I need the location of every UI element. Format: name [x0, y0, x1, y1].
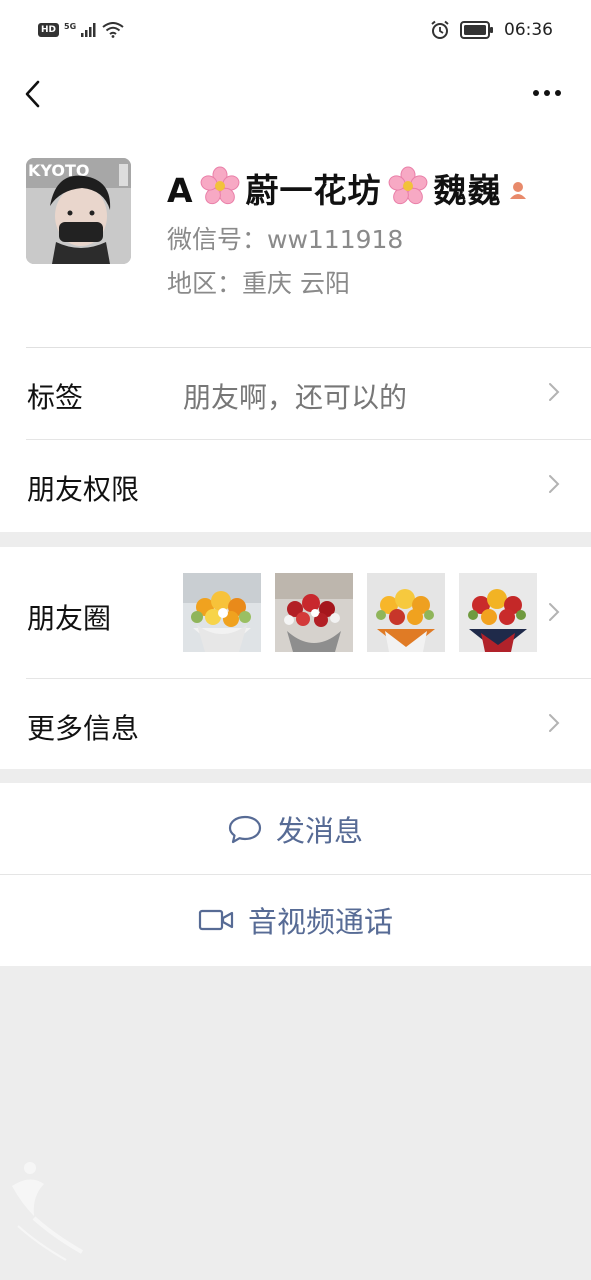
- chevron-left-icon[interactable]: [20, 78, 46, 110]
- chat-bubble-icon: [228, 815, 262, 843]
- name-part-3: 魏巍: [433, 171, 502, 210]
- actions-group: 发消息 音视频通话: [0, 783, 591, 966]
- profile-card: KYOTO A 蔚一花坊 魏巍 微信号：ww111918 地区：重庆 云阳: [0, 124, 591, 347]
- chevron-right-icon: [549, 603, 560, 621]
- alarm-icon: [431, 20, 449, 39]
- name-part-1: A: [167, 171, 194, 210]
- settings-group-1: 标签 朋友啊，还可以的 朋友权限: [0, 347, 591, 532]
- moments-thumbnail: [183, 573, 261, 652]
- moments-thumbnails: [183, 573, 537, 652]
- row-label-tags: 标签: [27, 381, 84, 414]
- row-label-permissions: 朋友权限: [27, 473, 140, 506]
- watermark-logo: [12, 1162, 83, 1261]
- permissions-row[interactable]: 朋友权限: [0, 439, 591, 531]
- send-message-label: 发消息: [275, 813, 363, 848]
- flower-emoji-icon: [200, 166, 239, 205]
- avatar-photo: KYOTO: [26, 158, 131, 264]
- nav-bar: [0, 64, 591, 124]
- region-text: 地区：重庆 云阳: [167, 269, 350, 298]
- contact-name: A 蔚一花坊 魏巍: [167, 164, 528, 212]
- status-time: 06:36: [504, 20, 553, 40]
- moments-thumbnail: [275, 573, 353, 652]
- video-call-label: 音视频通话: [247, 904, 393, 939]
- chevron-right-icon: [549, 714, 560, 732]
- send-message-button[interactable]: 发消息: [0, 783, 591, 874]
- status-left: HD 5G: [38, 22, 124, 38]
- wechat-id: 微信号：ww111918: [167, 225, 404, 254]
- battery-icon: [460, 21, 493, 39]
- video-camera-icon: [198, 909, 234, 930]
- wifi-icon: [102, 22, 124, 38]
- status-right: 06:36: [430, 20, 553, 40]
- moments-thumbnail: [459, 573, 537, 652]
- status-bar: HD 5G 06:36: [0, 0, 591, 64]
- moments-thumbnail: [367, 573, 445, 652]
- female-user-icon: [509, 182, 526, 199]
- settings-group-2: 朋友圈 更多信息: [0, 547, 591, 769]
- chevron-right-icon: [549, 475, 560, 493]
- row-label-more-info: 更多信息: [27, 712, 140, 745]
- row-label-moments: 朋友圈: [27, 602, 112, 635]
- flower-emoji-icon: [388, 166, 427, 205]
- chevron-right-icon: [549, 383, 560, 401]
- network-badge: 5G: [64, 21, 77, 31]
- avatar[interactable]: KYOTO: [26, 158, 131, 264]
- row-value-tags: 朋友啊，还可以的: [183, 381, 408, 414]
- video-call-button[interactable]: 音视频通话: [0, 874, 591, 965]
- more-info-row[interactable]: 更多信息: [0, 678, 591, 770]
- more-dots-icon[interactable]: [533, 90, 561, 96]
- moments-row[interactable]: 朋友圈: [0, 547, 591, 678]
- hd-badge: HD: [38, 23, 60, 37]
- tags-row[interactable]: 标签 朋友啊，还可以的: [0, 347, 591, 439]
- signal-icon: [81, 23, 96, 37]
- name-part-2: 蔚一花坊: [245, 171, 382, 210]
